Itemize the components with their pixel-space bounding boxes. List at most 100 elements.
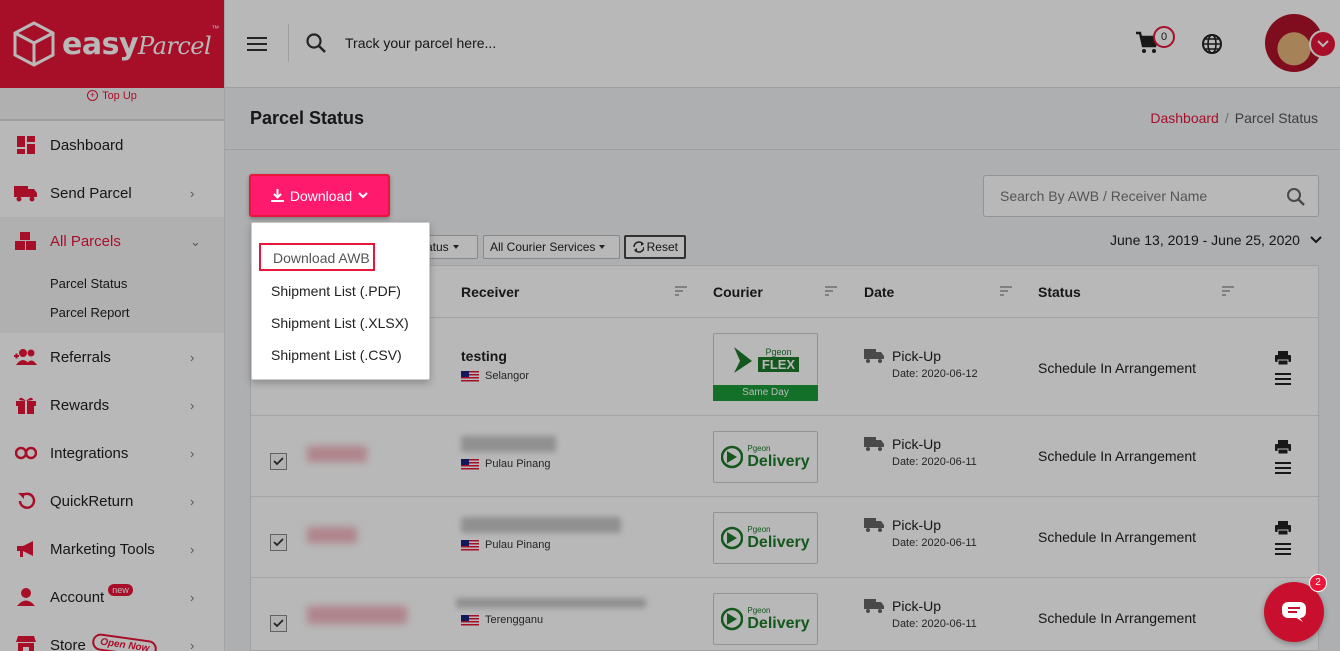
column-header-receiver[interactable]: Receiver [461, 284, 519, 300]
print-icon[interactable] [1275, 351, 1291, 365]
menu-item-shipment-csv[interactable]: Shipment List (.CSV) [252, 339, 429, 371]
receiver-state: Terengganu [461, 614, 646, 626]
courier-cell: Pgeon Delivery [713, 593, 818, 645]
sidebar-item-label: QuickReturn [50, 492, 134, 510]
courier-logo: Pgeon Delivery [713, 431, 818, 483]
menu-item-shipment-pdf[interactable]: Shipment List (.PDF) [252, 275, 429, 307]
search-icon[interactable] [305, 32, 327, 54]
chevron-right-icon: › [190, 542, 195, 557]
status-cell: Schedule In Arrangement [1038, 610, 1196, 626]
sidebar-item-all-parcels[interactable]: All Parcels ⌄ [0, 217, 224, 265]
date-range-label: June 13, 2019 - June 25, 2020 [1110, 232, 1300, 248]
top-up-link[interactable]: + Top Up [0, 88, 224, 121]
brand-logo[interactable]: easyParcel ™ [0, 0, 224, 88]
same-day-tag: Same Day [713, 385, 818, 401]
courier-brand: Pgeon [747, 443, 771, 453]
reset-button[interactable]: Reset [624, 235, 686, 259]
chevron-right-icon: › [190, 350, 195, 365]
hamburger-menu-icon[interactable] [247, 36, 267, 52]
sort-icon[interactable] [1000, 286, 1012, 296]
sidebar: easyParcel ™ + Top Up Dashboard Send Par… [0, 0, 225, 651]
sort-icon[interactable] [825, 286, 837, 296]
breadcrumb-dashboard[interactable]: Dashboard [1150, 110, 1219, 126]
date-cell: Pick-Up Date: 2020-06-11 [864, 436, 977, 468]
awb-search-input[interactable] [1000, 176, 1280, 216]
sidebar-item-quickreturn[interactable]: QuickReturn › [0, 477, 224, 525]
pgeon-bird-icon [721, 607, 744, 631]
row-checkbox[interactable] [270, 453, 287, 470]
sidebar-item-send-parcel[interactable]: Send Parcel › [0, 169, 224, 217]
download-button[interactable]: Download [249, 174, 390, 217]
date-value: Date: 2020-06-11 [892, 456, 977, 468]
top-bar: 0 [225, 0, 1340, 88]
breadcrumb: Dashboard / Parcel Status [1150, 110, 1318, 126]
courier-cell: Pgeon FLEX Same Day [713, 333, 818, 401]
row-checkbox[interactable] [270, 534, 287, 551]
chevron-right-icon: › [190, 494, 195, 509]
column-header-date[interactable]: Date [864, 284, 894, 300]
caret-down-icon [599, 245, 606, 249]
row-checkbox[interactable] [270, 615, 287, 632]
awb-number[interactable] [307, 446, 367, 462]
courier-filter[interactable]: All Courier Services [483, 235, 620, 259]
menu-lines-icon[interactable] [1275, 543, 1291, 555]
date-range-picker[interactable]: June 13, 2019 - June 25, 2020 [1110, 232, 1322, 248]
courier-logo: Pgeon Delivery [713, 512, 818, 564]
table-row[interactable]: Pulau Pinang Pgeon Delivery Pick-Up Date: … [251, 497, 1320, 578]
chevron-right-icon: › [190, 638, 195, 651]
date-value: Date: 2020-06-11 [892, 537, 977, 549]
pgeon-bird-icon [733, 346, 752, 373]
awb-number[interactable] [307, 527, 357, 543]
row-actions [1275, 521, 1291, 555]
sidebar-nav: Dashboard Send Parcel › All Parcels ⌄ Pa… [0, 121, 224, 651]
sort-icon[interactable] [675, 286, 687, 296]
breadcrumb-separator: / [1224, 110, 1229, 126]
chevron-down-icon[interactable] [1309, 30, 1337, 58]
sidebar-item-rewards[interactable]: Rewards › [0, 381, 224, 429]
sidebar-item-label: Send Parcel [50, 184, 132, 202]
menu-lines-icon[interactable] [1275, 373, 1291, 385]
courier-filter-label: All Courier Services [490, 240, 596, 254]
table-row[interactable]: Terengganu Pgeon Delivery Pick-Up Date: 20… [251, 578, 1320, 651]
top-up-label: Top Up [102, 90, 137, 102]
state-label: Terengganu [485, 614, 544, 626]
track-parcel-input[interactable] [345, 30, 745, 56]
sort-icon[interactable] [1222, 286, 1234, 296]
sidebar-item-dashboard[interactable]: Dashboard [0, 121, 224, 169]
menu-item-download-awb[interactable]: Download AWB [259, 243, 375, 271]
download-menu: Download AWB Shipment List (.PDF) Shipme… [251, 222, 430, 380]
date-type: Pick-Up [892, 348, 942, 364]
truck-icon [864, 437, 884, 451]
globe-icon[interactable] [1201, 33, 1223, 55]
sidebar-item-label: Dashboard [50, 136, 124, 154]
sidebar-item-integrations[interactable]: Integrations › [0, 429, 224, 477]
receiver-cell: Pulau Pinang [461, 517, 621, 551]
column-header-status[interactable]: Status [1038, 284, 1081, 300]
malaysia-flag-icon [461, 539, 479, 551]
sidebar-item-store[interactable]: Store Open Now › [0, 621, 224, 651]
sidebar-item-marketing-tools[interactable]: Marketing Tools › [0, 525, 224, 573]
brand-name: easyParcel [62, 26, 212, 62]
sidebar-item-account[interactable]: Account new › [0, 573, 224, 621]
awb-number[interactable] [307, 606, 407, 624]
chevron-right-icon: › [190, 446, 195, 461]
search-icon[interactable] [1286, 187, 1306, 207]
boxes-icon [14, 230, 38, 252]
date-type: Pick-Up [892, 598, 942, 614]
print-icon[interactable] [1275, 521, 1291, 535]
courier-cell: Pgeon Delivery [713, 512, 818, 564]
malaysia-flag-icon [461, 614, 479, 626]
table-row[interactable]: Pulau Pinang Pgeon Delivery Pick-Up Date: … [251, 416, 1320, 497]
sidebar-subitem-parcel-status[interactable]: Parcel Status [50, 269, 224, 298]
column-header-courier[interactable]: Courier [713, 284, 763, 300]
menu-item-shipment-xlsx[interactable]: Shipment List (.XLSX) [252, 307, 429, 339]
sidebar-subitem-parcel-report[interactable]: Parcel Report [50, 298, 224, 327]
print-icon[interactable] [1275, 440, 1291, 454]
caret-down-icon [452, 245, 459, 249]
courier-brand: Pgeon [747, 605, 771, 615]
divider [288, 24, 289, 62]
menu-lines-icon[interactable] [1275, 462, 1291, 474]
sidebar-item-label: Store [50, 636, 86, 651]
sidebar-item-referrals[interactable]: Referrals › [0, 333, 224, 381]
sidebar-item-label: Account [50, 588, 105, 606]
